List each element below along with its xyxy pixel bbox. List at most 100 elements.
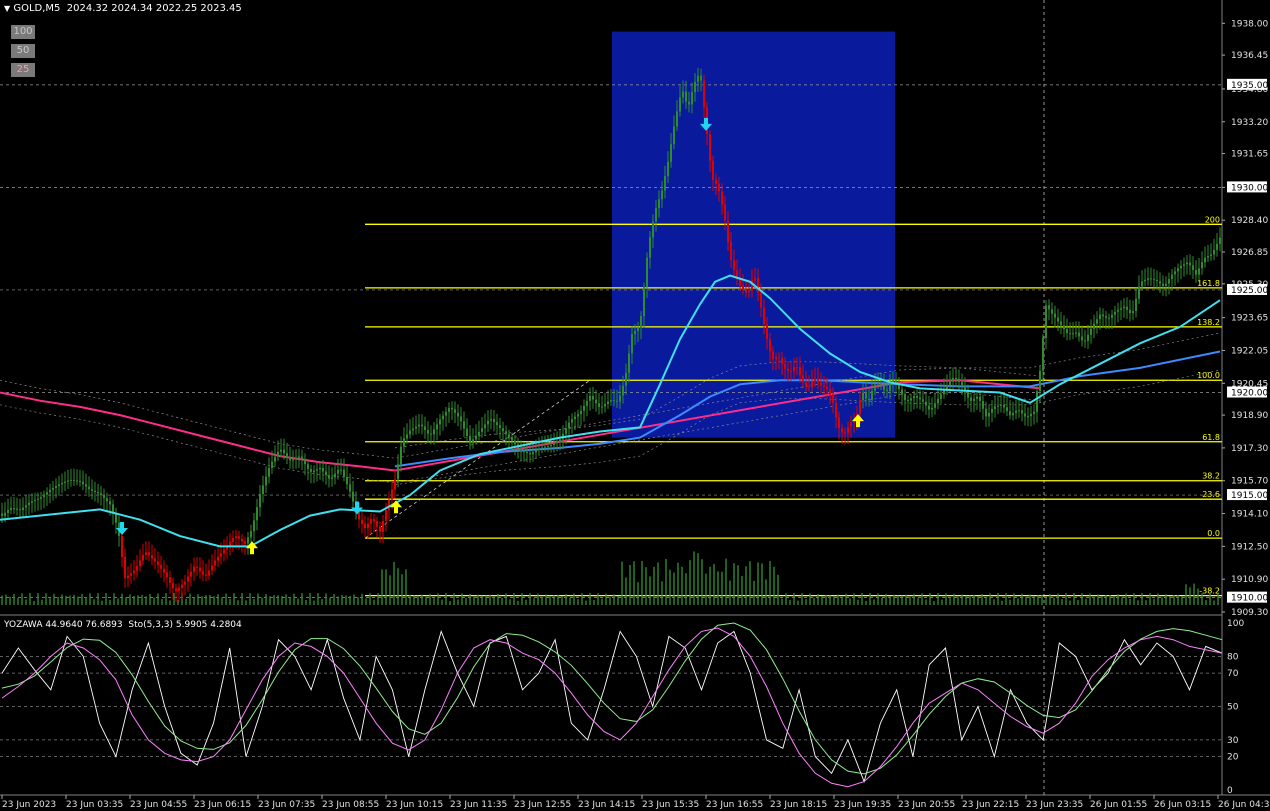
price-tick-label: 1914.10 [1231, 510, 1268, 520]
candle-body [1048, 305, 1050, 310]
candle-body [529, 453, 531, 455]
candle-body [568, 422, 570, 429]
candle-body [271, 461, 273, 468]
fib-level-label: 61.8 [1202, 433, 1220, 442]
candle-body [934, 403, 936, 408]
fib-trendline[interactable] [364, 379, 591, 539]
volume-button-25[interactable]: 25 [11, 63, 35, 77]
candle-body [535, 450, 537, 453]
candle-body [1180, 265, 1182, 269]
candle-body [1156, 279, 1158, 282]
candle-body [430, 433, 432, 435]
candle-body [409, 430, 411, 435]
candle-body [916, 396, 918, 398]
candle-body [310, 469, 312, 472]
candle-body [901, 389, 903, 395]
candle-body [985, 408, 987, 417]
candle-body [457, 412, 459, 417]
candle-body [487, 420, 489, 425]
volume-button-50[interactable]: 50 [11, 44, 35, 58]
candle-body [151, 555, 153, 559]
price-chart[interactable]: 200161.8138.2100.061.838.223.60.0-38.219… [0, 0, 1270, 811]
candle-body [1012, 412, 1014, 416]
candle-body [1150, 278, 1152, 280]
candle-body [613, 400, 615, 402]
candle-body [421, 424, 423, 427]
candle-body [844, 432, 846, 434]
candle-body [967, 391, 969, 398]
candle-body [919, 397, 921, 400]
time-tick-label: 23 Jun 06:15 [194, 800, 251, 810]
candle-body [265, 476, 267, 486]
volume-button-100[interactable]: 100 [11, 25, 35, 39]
candle-body [25, 505, 27, 508]
candle-body [586, 400, 588, 406]
candle-body [1111, 314, 1113, 318]
candle-body [640, 316, 642, 328]
stochastic-signal-line[interactable] [1, 622, 1223, 775]
fib-level-label: 23.6 [1202, 490, 1220, 499]
price-axis: 1938.001936.451934.801933.201931.651930.… [1222, 19, 1268, 618]
price-tick-label: 1931.65 [1231, 150, 1268, 160]
candle-body [367, 523, 369, 529]
candle-body [1072, 333, 1074, 335]
candle-body [589, 395, 591, 401]
stochastic-main-line[interactable] [1, 627, 1223, 788]
candle-body [1144, 279, 1146, 282]
candle-body [733, 260, 735, 271]
chart-header: ▼ GOLD,M5 2024.32 2024.34 2022.25 2023.4… [4, 3, 242, 14]
candle-body [28, 502, 30, 506]
candle-body [364, 523, 366, 529]
candle-body [106, 498, 108, 502]
time-tick-label: 23 Jun 23:35 [1026, 800, 1083, 810]
candle-body [166, 572, 168, 578]
candle-body [955, 377, 957, 379]
candle-body [181, 584, 183, 588]
candle-body [868, 398, 870, 400]
candle-body [229, 541, 231, 546]
symbol-label: GOLD,M5 [13, 3, 61, 14]
candle-body [1168, 279, 1170, 284]
candle-body [1045, 305, 1047, 339]
candle-body [742, 285, 744, 291]
candle-body [61, 482, 63, 485]
indicator-tick-label: 80 [1227, 652, 1239, 662]
candle-body [1141, 281, 1143, 287]
price-level-label: 1935.00 [1231, 81, 1268, 91]
candle-body [121, 535, 123, 557]
candle-body [712, 160, 714, 180]
candle-body [343, 469, 345, 478]
candle-body [886, 389, 888, 391]
candle-body [34, 499, 36, 502]
candle-body [1066, 329, 1068, 334]
candle-body [508, 434, 510, 438]
candle-body [1030, 413, 1032, 417]
candle-body [877, 383, 879, 385]
header-arrow-icon[interactable]: ▼ [4, 4, 10, 13]
candle-body [634, 331, 636, 335]
candle-body [763, 307, 765, 325]
candle-body [466, 428, 468, 436]
candle-body [463, 421, 465, 429]
candle-body [520, 447, 522, 451]
candle-body [1102, 314, 1104, 317]
candle-body [823, 385, 825, 387]
candle-body [196, 566, 198, 568]
candle-body [244, 541, 246, 544]
candle-body [808, 386, 810, 388]
candle-body [319, 467, 321, 470]
candle-body [598, 403, 600, 407]
candle-body [541, 447, 543, 449]
candle-body [373, 519, 375, 522]
ohlc-values: 2024.32 2024.34 2022.25 2023.45 [66, 3, 242, 14]
candle-body [874, 384, 876, 391]
candle-body [175, 588, 177, 591]
candle-body [145, 552, 147, 555]
price-tick-label: 1928.40 [1231, 216, 1268, 226]
candle-body [304, 459, 306, 465]
candle-body [1009, 411, 1011, 416]
candle-body [250, 531, 252, 538]
fib-level-label: 161.8 [1197, 279, 1220, 288]
candle-body [958, 378, 960, 382]
candle-body [1093, 323, 1095, 329]
